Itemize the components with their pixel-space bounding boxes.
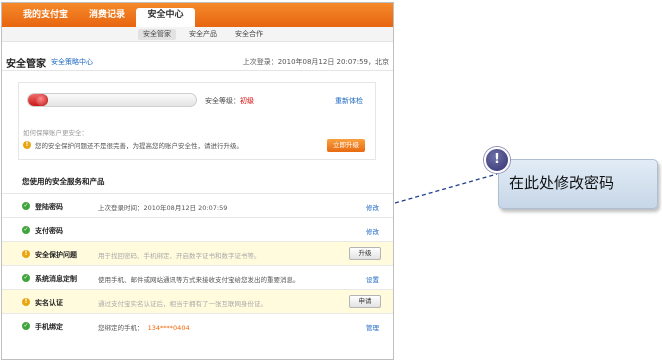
security-center-panel: 我的支付宝 消费记录 安全中心 安全管家 安全产品 安全合作 安全管家 安全策略… [1,2,394,360]
callout-connector [394,173,498,204]
service-row-payment-password: ✓ 支付密码 修改 [2,217,393,241]
callout-box: 在此处修改密码 [498,159,658,209]
warning-icon: ! [22,298,30,306]
service-row-phone-binding: ✓ 手机绑定 您绑定的手机： 134****0404 管理 [2,313,393,337]
upgrade-question-button[interactable]: 升级 [349,247,381,260]
page-title: 安全管家 [6,59,46,70]
manage-phone-link[interactable]: 管理 [366,322,379,332]
subtab-security-manager[interactable]: 安全管家 [138,29,176,40]
security-level-knob [36,94,48,106]
recheck-link[interactable]: 重新体检 [335,96,363,106]
phone-number: 134****0404 [147,324,190,332]
security-level-bar [27,93,197,107]
services-list: ✓ 登陆密码 上次登录时间：2010年08月12日 20:07:59 修改 ✓ … [2,193,393,337]
header-row: 安全管家 安全策略中心 上次登录：2010年08月12日 20:07:59，北京 [2,53,393,71]
security-level-prefix: 安全等级： [205,97,240,105]
check-icon: ✓ [22,322,30,330]
services-section-title: 您使用的安全服务和产品 [22,177,105,186]
phone-label: 您绑定的手机： [98,324,144,332]
check-icon: ✓ [22,226,30,234]
modify-login-password-link[interactable]: 修改 [366,202,379,212]
upgrade-now-button[interactable]: 立即升级 [327,139,365,152]
service-name: 安全保护问题 [35,251,77,259]
service-row-message-subscription: ✓ 系统消息定制 使用手机、邮件或网站通讯等方式来接收支付宝给您发出的重要消息。… [2,265,393,289]
security-status-box: 安全等级：初级 重新体检 如何保障账户更安全： ! 您的安全保护问题还不是很完善… [18,82,376,160]
security-level-value: 初级 [240,97,254,105]
service-desc: 用于找回密码、手机绑定、开启数字证书和数字证书等。 [98,252,261,260]
service-desc: 上次登录时间：2010年08月12日 20:07:59 [98,204,228,212]
check-icon: ✓ [22,202,30,210]
connector-dashed-line [394,173,498,204]
message-settings-link[interactable]: 设置 [366,274,379,284]
apply-real-name-button[interactable]: 申请 [349,295,381,308]
service-row-real-name: ! 实名认证 通过支付宝实名认证后，相当于拥有了一张互联网身份证。 申请 [2,289,393,313]
security-level-label: 安全等级：初级 [205,96,254,106]
account-safety-question: 如何保障账户更安全： [23,129,88,137]
service-desc: 通过支付宝实名认证后，相当于拥有了一张互联网身份证。 [98,300,267,308]
subtab-security-cooperation[interactable]: 安全合作 [230,29,268,40]
security-warning-text: 您的安全保护问题还不是很完善，为提高您的账户安全性，请进行升级。 [35,142,243,150]
warning-icon: ! [23,141,31,149]
security-warning: ! 您的安全保护问题还不是很完善，为提高您的账户安全性，请进行升级。 [23,140,243,150]
service-row-security-question: ! 安全保护问题 用于找回密码、手机绑定、开启数字证书和数字证书等。 升级 [2,241,393,265]
tab-security-center[interactable]: 安全中心 [136,8,195,27]
service-desc: 使用手机、邮件或网站通讯等方式来接收支付宝给您发出的重要消息。 [98,276,300,284]
callout-text: 在此处修改密码 [509,174,615,192]
top-navigation: 我的支付宝 消费记录 安全中心 [2,3,393,27]
last-login-info: 上次登录：2010年08月12日 20:07:59，北京 [242,58,389,66]
security-strategy-center-link[interactable]: 安全策略中心 [51,57,93,67]
exclamation-icon: ! [484,147,510,173]
subtab-security-products[interactable]: 安全产品 [184,29,222,40]
service-row-login-password: ✓ 登陆密码 上次登录时间：2010年08月12日 20:07:59 修改 [2,193,393,217]
service-name: 系统消息定制 [35,275,77,283]
service-name: 实名认证 [35,299,63,307]
service-name: 支付密码 [35,227,63,235]
service-name: 登陆密码 [35,203,63,211]
check-icon: ✓ [22,274,30,282]
tab-my-alipay[interactable]: 我的支付宝 [19,8,72,27]
tab-consumption-records[interactable]: 消费记录 [85,8,129,27]
warning-icon: ! [22,250,30,258]
sub-navigation: 安全管家 安全产品 安全合作 [2,27,393,42]
modify-payment-password-link[interactable]: 修改 [366,226,379,236]
service-desc: 您绑定的手机： 134****0404 [98,322,190,332]
service-name: 手机绑定 [35,323,63,331]
